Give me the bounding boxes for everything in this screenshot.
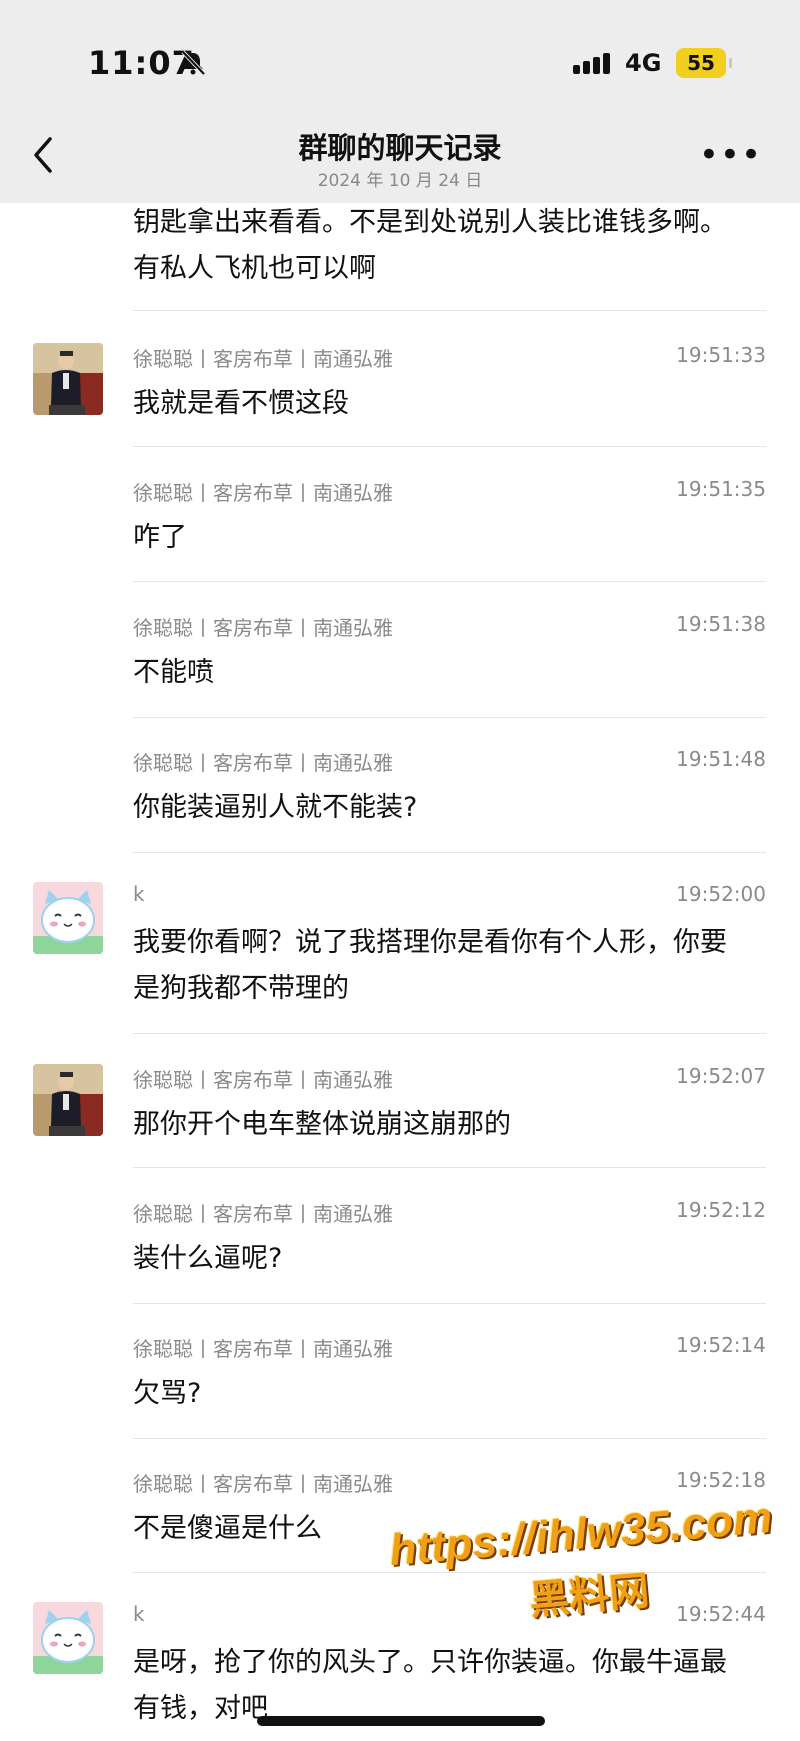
message-text: 我就是看不惯这段 — [133, 388, 349, 419]
network-label: 4G — [625, 49, 662, 77]
sender-name: 徐聪聪丨客房布草丨南通弘雅 — [133, 1472, 393, 1496]
divider — [133, 446, 766, 447]
message-time: 19:51:48 — [676, 747, 766, 771]
sender-name: k — [133, 1602, 145, 1626]
page-date: 2024 年 10 月 24 日 — [317, 171, 483, 191]
divider — [133, 581, 766, 582]
signal-icon — [573, 53, 610, 74]
divider — [133, 310, 766, 311]
message-text: 你能装逼别人就不能装? — [133, 792, 418, 823]
avatar-xu[interactable] — [33, 1064, 103, 1136]
divider — [133, 717, 766, 718]
avatar-k[interactable] — [33, 882, 103, 954]
sender-name: 徐聪聪丨客房布草丨南通弘雅 — [133, 1337, 393, 1361]
message-time: 19:52:07 — [676, 1064, 766, 1088]
avatar-k[interactable] — [33, 1602, 103, 1674]
message-text: 我要你看啊？说了我搭理你是看你有个人形，你要是狗我都不带理的 — [133, 927, 727, 1004]
message-time: 19:51:33 — [676, 343, 766, 367]
message-text: 装什么逼呢? — [133, 1243, 283, 1274]
message-time: 19:52:00 — [676, 882, 766, 906]
divider — [133, 852, 766, 853]
sender-name: 徐聪聪丨客房布草丨南通弘雅 — [133, 1068, 393, 1092]
message-time: 19:52:12 — [676, 1198, 766, 1222]
message-text: 欠骂? — [133, 1378, 202, 1409]
divider — [133, 1033, 766, 1034]
sender-name: 徐聪聪丨客房布草丨南通弘雅 — [133, 751, 393, 775]
top-bar: 11:07 4G 55 群聊的聊天记录 2024 年 10 月 24 日 ••• — [0, 0, 800, 203]
sender-name: 徐聪聪丨客房布草丨南通弘雅 — [133, 616, 393, 640]
message-time: 19:52:18 — [676, 1468, 766, 1492]
sender-name: 徐聪聪丨客房布草丨南通弘雅 — [133, 347, 393, 371]
bell-muted-icon — [181, 50, 206, 76]
sender-name: k — [133, 882, 145, 906]
more-options-icon[interactable]: ••• — [699, 138, 762, 172]
status-time: 11:07 — [88, 44, 195, 82]
message-time: 19:52:14 — [676, 1333, 766, 1357]
message-text: 不能喷 — [133, 657, 214, 688]
message-text: 那你开个电车整体说崩这崩那的 — [133, 1109, 511, 1140]
divider — [133, 1438, 766, 1439]
message-text: 咋了 — [133, 522, 187, 553]
divider — [133, 1303, 766, 1304]
battery-badge: 55 — [676, 48, 732, 78]
message-time: 19:51:35 — [676, 477, 766, 501]
page-title: 群聊的聊天记录 — [298, 131, 502, 165]
message-time: 19:51:38 — [676, 612, 766, 636]
sender-name: 徐聪聪丨客房布草丨南通弘雅 — [133, 1202, 393, 1226]
sender-name: 徐聪聪丨客房布草丨南通弘雅 — [133, 481, 393, 505]
message-continued-text: 钥匙拿出来看看。不是到处说别人装比谁钱多啊。有私人飞机也可以啊 — [133, 207, 727, 284]
divider — [133, 1167, 766, 1168]
watermark-site-name: 黑料网 — [527, 1567, 652, 1625]
home-indicator[interactable] — [257, 1716, 545, 1726]
avatar-xu[interactable] — [33, 343, 103, 415]
